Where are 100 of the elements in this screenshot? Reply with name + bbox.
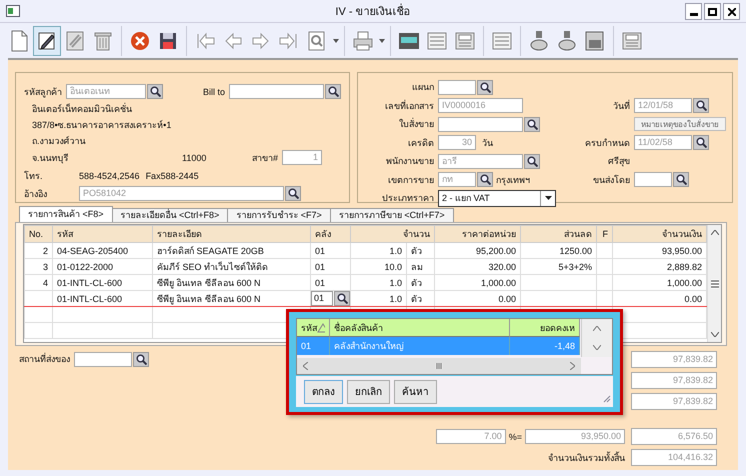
search-button[interactable] [524, 116, 540, 132]
bill-to-field[interactable] [229, 84, 324, 99]
minimize-button[interactable] [685, 3, 702, 20]
percent-label: %= [508, 432, 522, 442]
field-label: ใบสั่งขาย [398, 116, 436, 131]
search-button[interactable] [693, 135, 710, 150]
postcode-text: 11000 [182, 152, 208, 162]
scrollbar[interactable] [581, 319, 612, 357]
search-icon [696, 100, 707, 111]
maximize-icon [708, 8, 717, 16]
column-header[interactable]: F [596, 226, 612, 242]
table-cell: ตัว [406, 242, 434, 258]
delivery-place-field[interactable] [74, 352, 132, 366]
search-icon [150, 86, 160, 97]
table-cell: 01 [310, 258, 350, 274]
table-cell: 01 [310, 242, 350, 258]
dialog-button[interactable]: ยกเลิก [347, 380, 390, 404]
column-header[interactable]: No. [24, 226, 52, 242]
column-header[interactable]: ยอดคงเห [510, 319, 580, 337]
field-label: แผนก [411, 81, 436, 94]
chevron-left-icon[interactable] [303, 362, 308, 370]
column-header[interactable]: จำนวนเงิน [612, 226, 706, 242]
field-label: พนักงานขาย [385, 155, 436, 168]
chevron-down-icon[interactable] [710, 332, 718, 337]
search-button[interactable] [524, 154, 540, 168]
table-cell: 4 [24, 274, 52, 290]
field-label: สาขา# [252, 152, 278, 164]
unit-label: วัน [482, 136, 494, 150]
search-button[interactable] [325, 84, 342, 99]
warehouse-field[interactable]: 01 [312, 292, 333, 306]
sales-order-field[interactable] [438, 116, 524, 132]
column-header[interactable]: รหัส [52, 226, 152, 242]
search-button[interactable] [693, 98, 710, 113]
search-icon [328, 86, 339, 97]
table-cell: 1.0 [350, 290, 406, 306]
column-header[interactable]: รหัส [297, 319, 330, 337]
search-button[interactable] [147, 84, 163, 99]
tab[interactable]: รายการสินค้า <F8> [19, 206, 113, 222]
department-field[interactable] [438, 80, 476, 94]
table-cell: 1250.00 [520, 242, 596, 258]
column-header[interactable]: คลัง [310, 226, 350, 242]
field-label: ครบกำหนด [584, 136, 632, 150]
field-label: เครดิต [407, 136, 436, 150]
table-cell: คัมภีร์ SEO ทำเว็บไซต์ให้ติด [152, 258, 310, 274]
address-line: ถ.งามวงศ์วาน [31, 135, 87, 148]
chevron-right-icon[interactable] [570, 362, 575, 370]
order-note-button[interactable]: หมายเหตุของใบสั่งขาย [634, 117, 726, 131]
table-cell: ฮาร์ดดิสก์ SEAGATE 20GB [152, 242, 310, 258]
chevron-down-icon[interactable] [593, 345, 601, 350]
vat-base-field: 93,950.00 [525, 429, 625, 444]
chevron-up-icon[interactable] [593, 326, 601, 331]
column-header[interactable]: จำนวน [350, 226, 434, 242]
resize-grip-icon[interactable] [603, 395, 611, 403]
table-cell: 95,200.00 [434, 242, 520, 258]
tab[interactable]: รายการรับชำระ <F7> [227, 208, 331, 222]
scroll-thumb-icon[interactable] [436, 363, 442, 369]
vat-amount-field: 6,576.50 [631, 428, 717, 445]
phone-number: 588-4524,2546 [79, 170, 140, 180]
tab[interactable]: รายละเอียดอื่น <Ctrl+F8> [112, 208, 228, 222]
search-icon [696, 137, 707, 148]
search-icon [288, 188, 298, 199]
search-button[interactable] [334, 292, 350, 306]
dialog-button[interactable]: ค้นหา [394, 380, 437, 404]
table-cell: 5+3+2% [520, 258, 596, 274]
address-line: 387/8•ซ.ธนาคารอาคารสงเคราะห์•1 [31, 119, 172, 132]
search-button[interactable] [133, 352, 149, 366]
shipper-field[interactable] [634, 172, 672, 187]
column-header[interactable]: ชื่อคลังสินค้า [330, 319, 510, 337]
search-button[interactable] [673, 172, 690, 187]
scrollbar[interactable] [707, 225, 721, 342]
scroll-thumb-icon[interactable] [710, 280, 718, 288]
table-cell: ซีพียู อินเทล ซีลีลอน 600 N [152, 274, 310, 290]
table-cell: 0.00 [434, 290, 520, 306]
tab[interactable]: รายการภาษีขาย <Ctrl+F7> [330, 208, 454, 222]
dialog-button[interactable]: ตกลง [304, 380, 343, 404]
search-button[interactable] [285, 186, 301, 201]
search-icon [336, 293, 348, 304]
table-cell: 1,000.00 [612, 274, 706, 290]
window-title: IV - ขายเงินเชื่อ [335, 2, 411, 20]
maximize-button[interactable] [704, 3, 721, 20]
chevron-up-icon[interactable] [710, 230, 718, 235]
table-cell: 1.0 [350, 274, 406, 290]
close-button[interactable] [723, 3, 740, 20]
fax-number: Fax588-2445 [146, 170, 199, 180]
field-label: ขนส่งโดย [592, 174, 632, 186]
column-header[interactable]: รายละเอียด [152, 226, 310, 242]
search-button[interactable] [477, 80, 494, 94]
province-text: จ.นนทบุรี [31, 152, 70, 166]
table-cell: 04-SEAG-205400 [52, 242, 152, 258]
search-button[interactable] [477, 172, 494, 187]
caret-icon [544, 196, 552, 200]
column-header[interactable]: ราคาต่อหน่วย [434, 226, 520, 242]
grand-total-field: 104,416.32 [631, 449, 717, 466]
column-header[interactable]: ส่วนลด [520, 226, 596, 242]
edit-icon[interactable] [33, 26, 61, 56]
table-cell: 01-INTL-CL-600 [52, 290, 152, 306]
vat-rate-field: 7.00 [436, 429, 506, 444]
price-type-dropdown[interactable]: 2 - แยก VAT [438, 190, 556, 206]
horizontal-scrollbar[interactable] [297, 358, 581, 374]
subtotal-field: 97,839.82 [631, 351, 717, 368]
